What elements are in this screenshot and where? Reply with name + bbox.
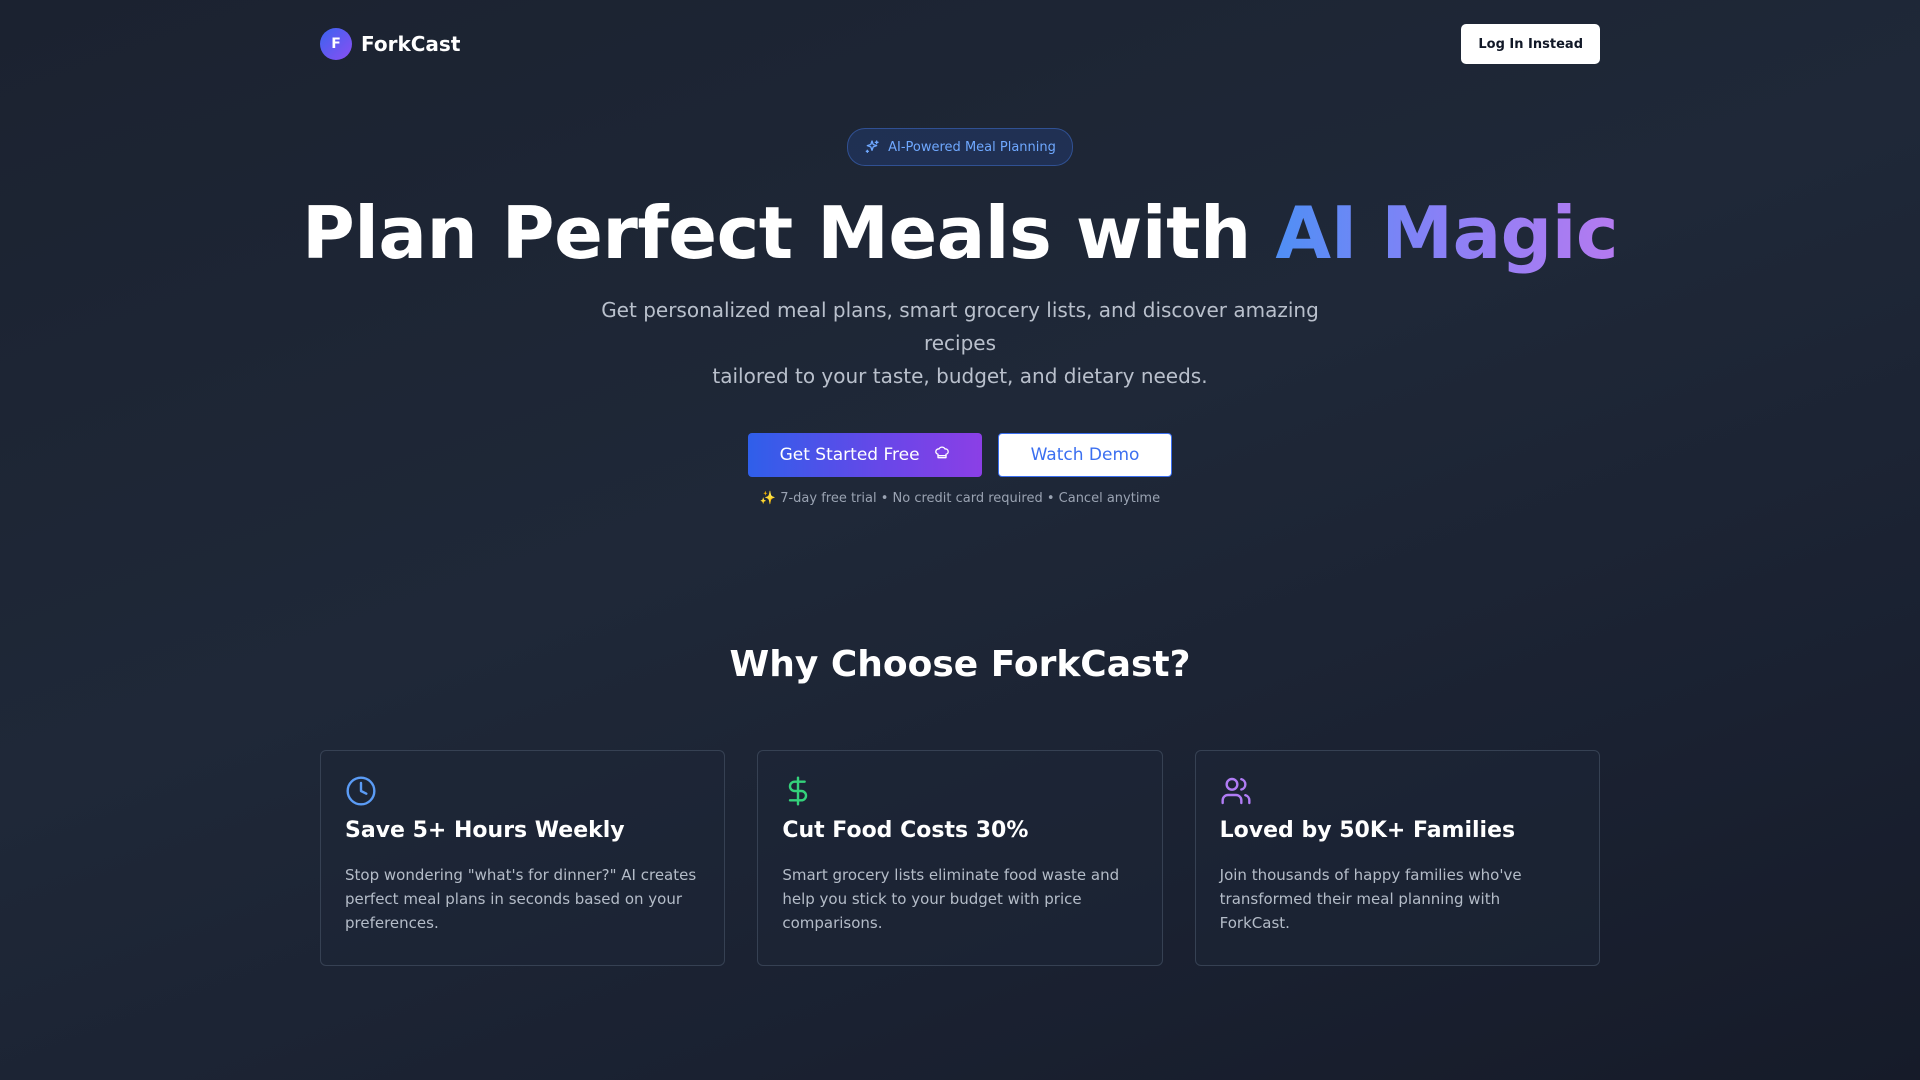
get-started-label: Get Started Free <box>779 445 920 465</box>
hero-badge: AI-Powered Meal Planning <box>847 128 1073 166</box>
feature-card-text: Smart grocery lists eliminate food waste… <box>782 866 1120 932</box>
dollar-sign-icon <box>782 775 1137 807</box>
brand[interactable]: F ForkCast <box>320 28 460 60</box>
feature-card-cut-costs: Cut Food Costs 30% Smart grocery lists e… <box>757 750 1163 966</box>
feature-card-title: Loved by 50K+ Families <box>1219 818 1516 843</box>
feature-card-text: Stop wondering "what's for dinner?" AI c… <box>345 866 697 932</box>
feature-card-save-time: Save 5+ Hours Weekly Stop wondering "wha… <box>320 750 726 966</box>
hero-subtitle-line2: tailored to your taste, budget, and diet… <box>712 364 1208 388</box>
hero-subtitle: Get personalized meal plans, smart groce… <box>580 294 1340 393</box>
feature-card-text: Join thousands of happy families who've … <box>1219 866 1522 932</box>
site-header: F ForkCast Log In Instead <box>320 24 1600 64</box>
hero-title-main: Plan Perfect Meals with <box>301 191 1276 275</box>
hero-title-highlight: AI Magic <box>1275 191 1619 275</box>
hero-badge-label: AI-Powered Meal Planning <box>888 139 1056 155</box>
brand-logo: F <box>320 28 352 60</box>
hero-trial-note: ✨ 7-day free trial • No credit card requ… <box>759 491 1161 506</box>
hero-section: AI-Powered Meal Planning Plan Perfect Me… <box>0 128 1920 506</box>
features-cards: Save 5+ Hours Weekly Stop wondering "wha… <box>320 750 1600 966</box>
users-icon <box>1220 775 1575 807</box>
login-button[interactable]: Log In Instead <box>1461 24 1600 64</box>
feature-card-families: Loved by 50K+ Families Join thousands of… <box>1194 750 1600 966</box>
brand-logo-initial: F <box>331 36 341 52</box>
get-started-button[interactable]: Get Started Free <box>747 433 982 477</box>
watch-demo-button[interactable]: Watch Demo <box>997 433 1173 477</box>
sparkles-icon <box>864 139 880 155</box>
hero-title: Plan Perfect Meals with AI Magic <box>0 192 1920 274</box>
features-title: Why Choose ForkCast? <box>729 644 1191 685</box>
feature-card-title: Save 5+ Hours Weekly <box>345 818 625 843</box>
clock-icon <box>345 775 700 807</box>
chef-hat-icon <box>934 445 950 466</box>
brand-name: ForkCast <box>361 32 461 56</box>
hero-cta-group: Get Started Free Watch Demo <box>0 433 1920 477</box>
feature-card-title: Cut Food Costs 30% <box>782 818 1029 843</box>
hero-subtitle-line1: Get personalized meal plans, smart groce… <box>601 298 1319 355</box>
